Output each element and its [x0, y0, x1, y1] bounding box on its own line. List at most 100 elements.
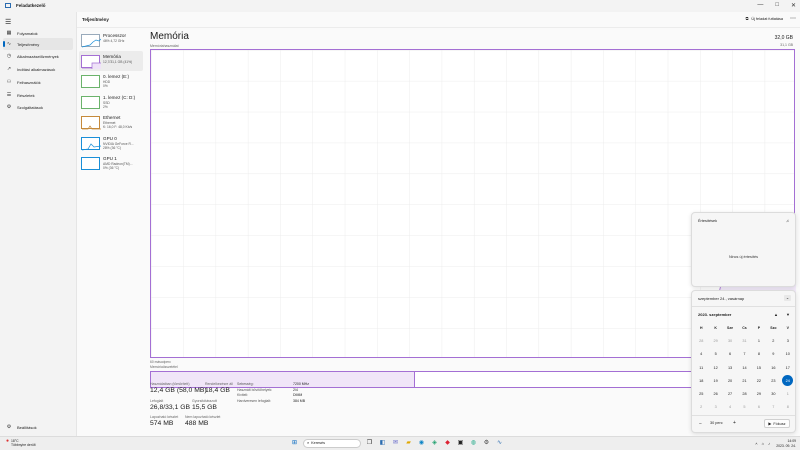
calendar-day[interactable]: 9	[766, 350, 780, 358]
calendar-day[interactable]: 11	[694, 364, 708, 372]
calendar-day[interactable]: 3	[708, 403, 722, 411]
calendar-day[interactable]: 28	[694, 337, 708, 345]
device-disk-0[interactable]: 0. lemez (E:) HDD 0%	[79, 71, 143, 91]
device-memory[interactable]: Memória 12,7/31,1 GB (41%)	[79, 50, 143, 71]
calendar-day[interactable]: 7	[737, 350, 751, 358]
more-options-button[interactable]: ⋯	[790, 15, 796, 22]
calendar-day[interactable]: 2	[766, 337, 780, 345]
store-icon[interactable]: ◈	[430, 439, 439, 448]
calendar-day[interactable]: 16	[766, 364, 780, 372]
maximize-button[interactable]: □	[775, 2, 779, 9]
previous-month-button[interactable]: ▲	[774, 312, 778, 317]
calendar-day[interactable]: 25	[694, 390, 708, 398]
app-icon-red[interactable]: ◆	[443, 439, 452, 448]
increase-focus-button[interactable]: +	[733, 420, 736, 426]
calendar-day[interactable]: 7	[766, 403, 780, 411]
focus-button[interactable]: ▶ Fókusz	[764, 419, 790, 428]
calendar-day[interactable]: 30	[723, 337, 737, 345]
calendar-day[interactable]: 5	[737, 403, 751, 411]
sidebar-item-details[interactable]: ☰ Részletek	[3, 89, 73, 101]
calendar-day[interactable]: 6	[752, 403, 766, 411]
volume-icon[interactable]: ♪	[768, 441, 770, 446]
calendar-day[interactable]: 21	[737, 377, 751, 385]
calendar-day[interactable]: 26	[708, 390, 722, 398]
calendar-day[interactable]: 22	[752, 377, 766, 385]
calendar-day[interactable]: 12	[708, 364, 722, 372]
calendar-month-label[interactable]: 2023. szeptember	[698, 312, 731, 317]
taskbar-search[interactable]: ⌕ Keresés	[303, 438, 361, 448]
sidebar-item-settings[interactable]: ⚙ Beállítások	[3, 421, 73, 433]
settings-app-icon[interactable]: ⚙	[482, 439, 491, 448]
calendar-day[interactable]: 14	[737, 364, 751, 372]
stat-value: 488 MB	[185, 419, 209, 427]
stat-value: 18,4 GB	[205, 386, 230, 394]
hamburger-menu-icon[interactable]: ☰	[5, 18, 11, 26]
calendar-day[interactable]: 15	[752, 364, 766, 372]
calendar-day[interactable]: 10	[781, 350, 795, 358]
terminal-icon[interactable]: ▣	[456, 439, 465, 448]
do-not-disturb-icon[interactable]: ♫	[786, 218, 789, 223]
next-month-button[interactable]: ▼	[786, 312, 790, 317]
divider	[692, 306, 795, 307]
calendar-day[interactable]: 20	[723, 377, 737, 385]
task-view-icon[interactable]: ❐	[365, 439, 374, 448]
browser-icon[interactable]: ◍	[469, 439, 478, 448]
chat-icon[interactable]: ✉	[391, 439, 400, 448]
memory-usage-label: Memóriahasználat	[150, 44, 179, 48]
calendar-day[interactable]: 13	[723, 364, 737, 372]
sidebar-item-startup-apps[interactable]: ↗ Indítási alkalmazások	[3, 63, 73, 75]
device-ethernet[interactable]: Ethernet Ethernet K: 16,0 F: 48,0 Kb/s	[79, 112, 143, 132]
calendar-day[interactable]: 19	[708, 377, 722, 385]
sidebar-item-services[interactable]: ⚙ Szolgáltatások	[3, 101, 73, 113]
calendar-day[interactable]: 17	[781, 364, 795, 372]
device-name: 0. lemez (E:)	[103, 74, 130, 79]
calendar-day[interactable]: 8	[781, 403, 795, 411]
device-detail: HDD 0%	[103, 80, 111, 89]
minimize-button[interactable]: —	[757, 2, 763, 9]
stat-label: Lapozható készlet	[150, 415, 179, 419]
calendar-day[interactable]: 4	[694, 350, 708, 358]
calendar-day[interactable]: 31	[737, 337, 751, 345]
weekday-header: K	[714, 326, 717, 330]
weekday-header: Sze	[727, 326, 734, 330]
calendar-day[interactable]: 4	[723, 403, 737, 411]
sidebar-item-users[interactable]: ⚇ Felhasználók	[3, 76, 73, 88]
calendar-day[interactable]: 1	[752, 337, 766, 345]
collapse-calendar-button[interactable]: ⌄	[784, 295, 791, 301]
chevron-up-icon[interactable]: ˄	[755, 441, 757, 446]
calendar-day[interactable]: 30	[766, 390, 780, 398]
calendar-day[interactable]: 1	[781, 390, 795, 398]
calendar-day[interactable]: 29	[708, 337, 722, 345]
sidebar-item-app-history[interactable]: ◷ Alkalmazáselőzmények	[3, 50, 73, 62]
edge-browser-icon[interactable]: ◉	[417, 439, 426, 448]
new-task-button[interactable]: ⧉ Új feladat futtatása	[746, 17, 783, 21]
calendar-day[interactable]: 29	[752, 390, 766, 398]
close-button[interactable]: ✕	[791, 2, 796, 9]
calendar-day[interactable]: 28	[737, 390, 751, 398]
device-gpu-0[interactable]: GPU 0 NVIDIA GeForce R... 28% (36 °C)	[79, 133, 143, 153]
disk1-thumbnail-graph	[81, 95, 100, 109]
weather-widget[interactable]: ● 18°C Többnyire derült	[6, 439, 36, 448]
calendar-day[interactable]: 3	[781, 337, 795, 345]
calendar-day[interactable]: 23	[766, 377, 780, 385]
widgets-icon[interactable]: ◧	[378, 439, 387, 448]
calendar-day[interactable]: 2	[694, 403, 708, 411]
calendar-day-today[interactable]: 24	[781, 375, 795, 387]
calendar-day[interactable]: 18	[694, 377, 708, 385]
calendar-day[interactable]: 6	[723, 350, 737, 358]
sidebar-item-label: Részletek	[17, 92, 35, 98]
device-cpu[interactable]: Processzor 46% 4,72 GHz	[79, 30, 143, 50]
calendar-day[interactable]: 8	[752, 350, 766, 358]
taskbar-clock[interactable]: 14:09 2023. 09. 24.	[776, 439, 796, 448]
decrease-focus-button[interactable]: −	[699, 421, 702, 427]
device-gpu-1[interactable]: GPU 1 AMD Radeon(TM)... 0% (36 °C)	[79, 153, 143, 173]
start-button-windows-icon[interactable]: ⊞	[290, 439, 299, 448]
calendar-day[interactable]: 5	[708, 350, 722, 358]
task-manager-taskbar-icon[interactable]: ∿	[495, 439, 504, 448]
file-explorer-icon[interactable]: ▰	[404, 439, 413, 448]
calendar-day[interactable]: 27	[723, 390, 737, 398]
network-icon[interactable]: ⌂	[762, 441, 764, 446]
sidebar-item-performance[interactable]: ∿ Teljesítmény	[3, 38, 73, 50]
device-disk-1[interactable]: 1. lemez (C: D:) SSD 2%	[79, 92, 143, 112]
notification-panel: Értesítések ♫ Nincs új értesítés	[691, 212, 796, 287]
